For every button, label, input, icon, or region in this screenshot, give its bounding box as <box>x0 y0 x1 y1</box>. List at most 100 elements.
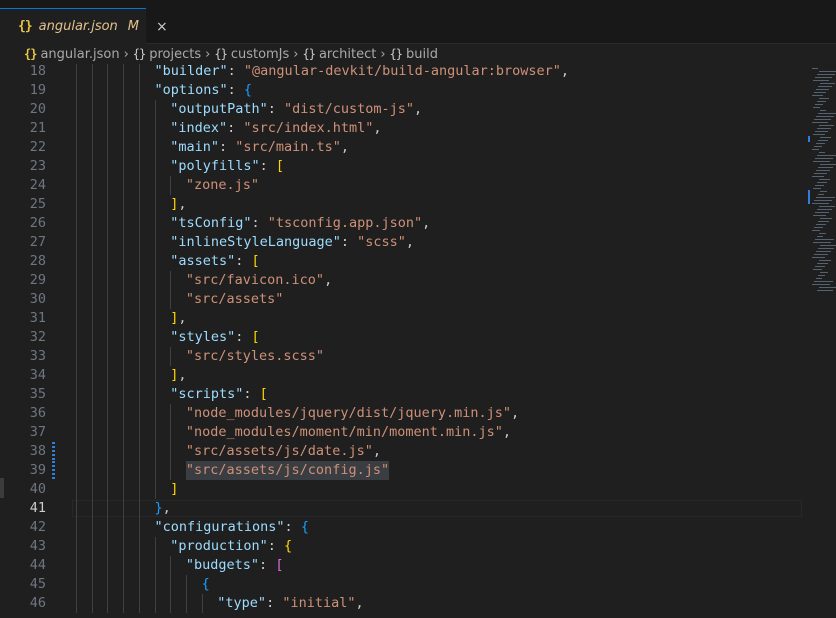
indent-guide <box>170 461 172 480</box>
code-line[interactable]: 46 "type": "initial", <box>0 594 836 613</box>
minimap[interactable] <box>808 64 836 304</box>
code-line[interactable]: 45 { <box>0 575 836 594</box>
code-line[interactable]: 22 "main": "src/main.ts", <box>0 138 836 157</box>
code-token: , <box>178 367 187 383</box>
breadcrumb-item-projects[interactable]: {} projects <box>133 47 201 62</box>
minimap-line <box>816 116 834 117</box>
indent-guide <box>185 575 187 594</box>
line-number: 34 <box>29 367 46 383</box>
code-line[interactable]: 39 "src/assets/js/config.js" <box>0 461 836 480</box>
minimap-line <box>815 131 828 132</box>
minimap-change-marker <box>808 190 810 204</box>
minimap-line <box>813 242 831 243</box>
chevron-right-icon: › <box>380 46 386 62</box>
minimap-line <box>814 119 831 120</box>
line-number: 30 <box>29 291 46 307</box>
code-line[interactable]: 31], <box>0 309 836 328</box>
indent-guide <box>91 233 93 252</box>
code-line[interactable]: 43 "production": { <box>0 537 836 556</box>
code-line[interactable]: 20 "outputPath": "dist/custom-js", <box>0 100 836 119</box>
code-line[interactable]: 21 "index": "src/index.html", <box>0 119 836 138</box>
code-token: , <box>405 234 415 250</box>
code-line[interactable]: 19 "options": { <box>0 81 836 100</box>
minimap-line <box>817 128 831 129</box>
code-line[interactable]: 30 "src/assets" <box>0 290 836 309</box>
code-line[interactable]: 40] <box>0 480 836 499</box>
minimap-line <box>817 155 836 156</box>
line-number: 20 <box>29 101 46 117</box>
code-token: "src/styles.scss" <box>185 348 325 364</box>
code-token: "configurations" <box>154 519 285 535</box>
indent-guide <box>138 252 140 271</box>
indent-guide <box>123 157 125 176</box>
code-line[interactable]: 35 "scripts": [ <box>0 385 836 404</box>
minimap-line <box>820 245 836 246</box>
indent-guide <box>76 385 77 404</box>
code-text: "production": { <box>170 537 292 556</box>
code-line[interactable]: 25], <box>0 195 836 214</box>
indent-guide <box>107 366 109 385</box>
code-token: [ <box>251 329 260 345</box>
code-line[interactable]: 32 "styles": [ <box>0 328 836 347</box>
indent-guide <box>76 214 77 233</box>
indent-guide <box>154 480 156 499</box>
indent-guide <box>170 423 172 442</box>
code-line[interactable]: 34], <box>0 366 836 385</box>
indent-guide <box>91 309 93 328</box>
code-line[interactable]: 37 "node_modules/moment/min/moment.min.js… <box>0 423 836 442</box>
indent-guide <box>123 271 125 290</box>
code-line[interactable]: 23 "polyfills": [ <box>0 157 836 176</box>
code-line[interactable]: 26 "tsConfig": "tsconfig.app.json", <box>0 214 836 233</box>
minimap-line <box>820 272 828 273</box>
indent-guide <box>91 480 93 499</box>
indent-guide <box>138 271 140 290</box>
minimap-line <box>814 173 827 174</box>
minimap-line <box>818 167 833 168</box>
code-line[interactable]: 44 "budgets": [ <box>0 556 836 575</box>
indent-guide <box>91 119 93 138</box>
indent-guide <box>76 480 77 499</box>
code-token: "src/assets/js/config.js" <box>185 462 390 478</box>
indent-guide <box>91 64 93 81</box>
breadcrumb-item-build[interactable]: {} build <box>390 47 438 62</box>
code-token: : <box>235 253 252 269</box>
indent-guide <box>76 176 77 195</box>
code-token: { <box>243 82 253 98</box>
code-token: "dist/custom-js" <box>284 101 415 117</box>
code-token: , <box>373 120 382 136</box>
minimap-line <box>817 236 823 237</box>
chevron-right-icon: › <box>123 46 129 62</box>
indent-guide <box>107 271 109 290</box>
code-line[interactable]: 29 "src/favicon.ico", <box>0 271 836 290</box>
indent-guide <box>154 100 156 119</box>
indent-guide <box>123 518 125 537</box>
code-line[interactable]: 28 "assets": [ <box>0 252 836 271</box>
code-line[interactable]: 27 "inlineStyleLanguage": "scss", <box>0 233 836 252</box>
code-line[interactable]: 24 "zone.js" <box>0 176 836 195</box>
code-line[interactable]: 41}, <box>0 499 836 518</box>
code-text: ], <box>170 195 186 214</box>
code-text: }, <box>155 499 171 518</box>
breadcrumb-item-customjs[interactable]: {} customJs <box>214 47 289 62</box>
code-line[interactable]: 42 "configurations": { <box>0 518 836 537</box>
minimap-line <box>814 92 826 93</box>
close-icon[interactable]: × <box>156 19 168 35</box>
code-token: : <box>340 234 358 250</box>
tab-angular-json[interactable]: {} angular.json M × <box>0 8 168 44</box>
indent-guide <box>91 442 93 461</box>
indent-guide <box>107 233 109 252</box>
breadcrumb-item-angular-json[interactable]: {} angular.json <box>24 47 120 62</box>
indent-guide <box>76 575 77 594</box>
code-line[interactable]: 18 "builder": "@angular-devkit/build-angu… <box>0 64 836 81</box>
minimap-line <box>818 86 832 87</box>
indent-guide <box>154 423 156 442</box>
breadcrumb-item-architect[interactable]: {} architect <box>303 47 377 62</box>
indent-guide <box>91 214 93 233</box>
code-line[interactable]: 33 "src/styles.scss" <box>0 347 836 366</box>
indent-guide <box>107 309 109 328</box>
code-line[interactable]: 36 "node_modules/jquery/dist/jquery.min.j… <box>0 404 836 423</box>
indent-guide <box>123 119 125 138</box>
code-line[interactable]: 38 "src/assets/js/date.js", <box>0 442 836 461</box>
code-editor[interactable]: 18 "builder": "@angular-devkit/build-angu… <box>0 64 836 618</box>
indent-guide <box>107 252 109 271</box>
